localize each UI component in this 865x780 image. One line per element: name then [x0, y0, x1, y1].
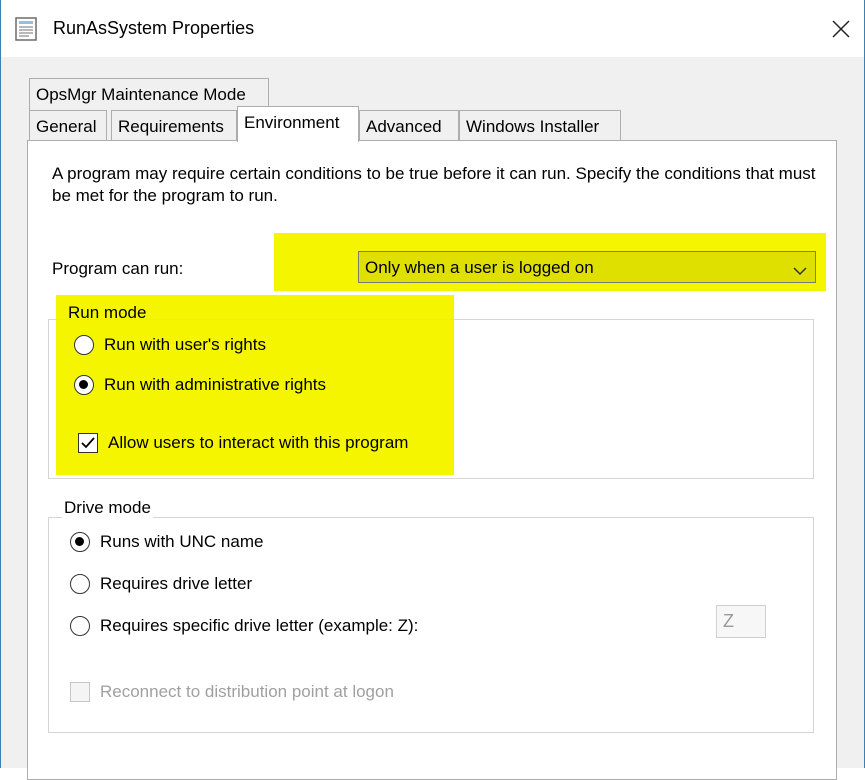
option-label: Requires specific drive letter (example:… — [100, 616, 419, 635]
title-bar[interactable]: RunAsSystem Properties — [1, 0, 864, 57]
tab-label: Requirements — [118, 117, 224, 136]
checkbox-label: Reconnect to distribution point at logon — [100, 682, 394, 701]
tab-opsmgr-maintenance-mode[interactable]: OpsMgr Maintenance Mode — [29, 78, 269, 110]
tab-general[interactable]: General — [29, 110, 107, 142]
properties-document-icon — [15, 17, 37, 41]
checkbox[interactable] — [70, 682, 90, 702]
run-mode-title: Run mode — [68, 303, 147, 322]
window-title: RunAsSystem Properties — [53, 18, 255, 38]
dropdown-value: Only when a user is logged on — [365, 258, 594, 277]
option-label: Requires drive letter — [100, 574, 253, 593]
close-icon — [832, 19, 850, 38]
tab-label: Environment — [244, 113, 340, 132]
drive-letter-input[interactable]: Z — [716, 605, 766, 638]
reconnect-checkbox[interactable]: Reconnect to distribution point at logon — [70, 682, 394, 702]
radio-button[interactable] — [70, 532, 90, 552]
tab-label: Windows Installer — [466, 117, 600, 136]
option-label: Run with administrative rights — [104, 375, 327, 394]
radio-button[interactable] — [74, 335, 94, 355]
allow-interact-checkbox[interactable]: Allow users to interact with this progra… — [78, 433, 408, 453]
radio-button[interactable] — [74, 375, 94, 395]
tab-windows-installer[interactable]: Windows Installer — [459, 110, 621, 142]
drive-mode-title: Drive mode — [62, 498, 153, 518]
program-can-run-label: Program can run: — [52, 259, 184, 278]
tab-label: General — [36, 117, 97, 136]
checkmark-icon — [81, 437, 95, 449]
tab-environment[interactable]: Environment — [237, 106, 359, 142]
program-can-run-dropdown[interactable]: Only when a user is logged on — [358, 251, 816, 283]
tab-advanced[interactable]: Advanced — [359, 110, 459, 142]
run-with-admin-rights-option[interactable]: Run with administrative rights — [74, 375, 326, 395]
chevron-down-icon — [793, 261, 807, 281]
option-label: Run with user's rights — [104, 335, 266, 354]
tab-requirements[interactable]: Requirements — [111, 110, 237, 142]
runs-with-unc-name-option[interactable]: Runs with UNC name — [70, 532, 263, 552]
environment-tab-panel: A program may require certain conditions… — [27, 140, 837, 780]
tab-label: Advanced — [366, 117, 442, 136]
requires-drive-letter-option[interactable]: Requires drive letter — [70, 574, 252, 594]
checkbox-label: Allow users to interact with this progra… — [108, 433, 409, 452]
checkbox[interactable] — [78, 433, 98, 453]
tab-label: OpsMgr Maintenance Mode — [36, 85, 246, 104]
properties-dialog: RunAsSystem Properties OpsMgr Maintenanc… — [0, 0, 865, 780]
requires-specific-drive-letter-option[interactable]: Requires specific drive letter (example:… — [70, 616, 418, 636]
option-label: Runs with UNC name — [100, 532, 264, 551]
run-with-users-rights-option[interactable]: Run with user's rights — [74, 335, 266, 355]
radio-button[interactable] — [70, 574, 90, 594]
close-button[interactable] — [818, 0, 864, 57]
environment-description: A program may require certain conditions… — [52, 164, 816, 205]
radio-button[interactable] — [70, 616, 90, 636]
